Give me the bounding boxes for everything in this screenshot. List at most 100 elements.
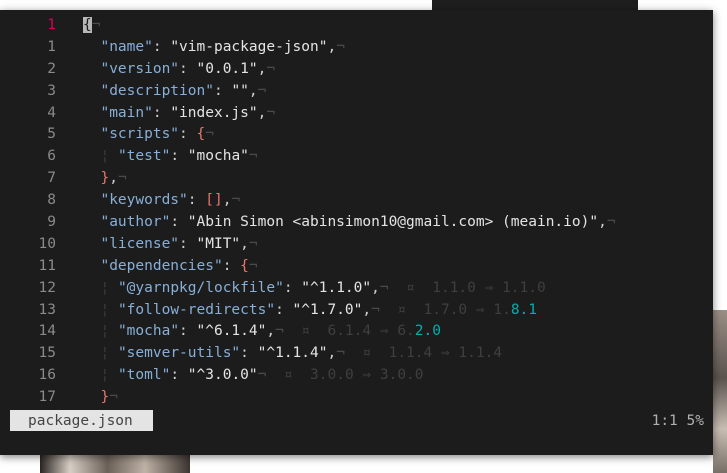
eol-marker: ¬ (266, 60, 276, 77)
indent-guide: ¦ (100, 345, 118, 362)
json-punctuation: : (170, 367, 188, 384)
eol-marker: ¬ (248, 257, 258, 274)
status-line: package.json 1:1 5% (0, 410, 713, 432)
line-number: 9 (47, 214, 56, 231)
json-punctuation: : (187, 192, 206, 209)
editor-buffer[interactable]: 1 {¬ 1 "name": "vim-package-json",¬ 2 "vers… (0, 15, 713, 409)
code-line[interactable]: 17 }¬ (0, 387, 713, 409)
line-number: 17 (38, 389, 56, 406)
json-key: "author" (100, 214, 171, 231)
json-bracket: } (100, 389, 110, 406)
line-number: 5 (47, 126, 56, 143)
eol-marker: ¬ (117, 170, 127, 187)
indent-guide: ¦ (100, 301, 118, 318)
code-line[interactable]: 11 "dependencies": {¬ (0, 256, 713, 278)
code-line[interactable]: 1 {¬ (0, 15, 713, 37)
eol-marker: ¬ (205, 126, 214, 143)
code-line[interactable]: 14 ¦ "mocha": "^6.1.4",¬ ¤ 6.1.4 ⇒ 6.2.0 (0, 321, 713, 343)
json-key: "license" (100, 235, 180, 252)
json-value: "^1.7.0" (292, 301, 363, 318)
line-number: 4 (47, 104, 56, 121)
eol-marker: ¬ (336, 345, 345, 362)
code-line[interactable]: 7 },¬ (0, 168, 713, 190)
eol-marker: ¬ (336, 38, 345, 55)
eol-marker: ¬ (379, 279, 389, 296)
json-key: "@yarnpkg/lockfile" (117, 279, 284, 296)
json-value: "" (231, 82, 249, 99)
wallpaper-photo-right (713, 310, 727, 473)
line-number: 8 (47, 192, 56, 209)
json-value: "Abin Simon <abinsimon10@gmail.com> (mea… (187, 214, 599, 231)
indent-guide: ¦ (100, 367, 118, 384)
json-punctuation: : (283, 279, 302, 296)
line-number: 10 (38, 235, 56, 252)
json-punctuation: : (170, 148, 188, 165)
line-number: 1 (47, 17, 56, 33)
code-line[interactable]: 16 ¦ "toml": "^3.0.0"¬ ¤ 3.0.0 ⇒ 3.0.0 (0, 365, 713, 387)
version-hint: ¤ 1.1.0 ⇒ 1.1.0 (388, 279, 546, 296)
code-line[interactable]: 5 "scripts": {¬ (0, 124, 713, 146)
json-key: "semver-utils" (117, 345, 241, 362)
json-value: "mocha" (187, 148, 249, 165)
terminal-window[interactable]: 1 {¬ 1 "name": "vim-package-json",¬ 2 "vers… (0, 10, 713, 455)
json-key: "version" (100, 60, 180, 77)
code-line[interactable]: 2 "version": "0.0.1",¬ (0, 59, 713, 81)
json-punctuation: , (240, 235, 249, 252)
json-key: "toml" (117, 367, 171, 384)
code-line[interactable]: 4 "main": "index.js",¬ (0, 103, 713, 125)
json-punctuation: , (109, 170, 118, 187)
eol-marker: ¬ (266, 104, 276, 121)
eol-marker: ¬ (109, 389, 118, 406)
json-key: "main" (100, 104, 153, 121)
code-line[interactable]: 8 "keywords": [],¬ (0, 190, 713, 212)
eol-marker: ¬ (231, 192, 241, 209)
json-punctuation: : (170, 214, 188, 231)
json-punctuation: , (362, 301, 372, 318)
desktop-background: 1 {¬ 1 "name": "vim-package-json",¬ 2 "vers… (0, 0, 727, 473)
code-line[interactable]: 1 "name": "vim-package-json",¬ (0, 37, 713, 59)
json-value: "^1.1.4" (257, 345, 328, 362)
indent-guide: ¦ (100, 323, 118, 340)
json-key: "follow-redirects" (117, 301, 276, 318)
code-line[interactable]: 10 "license": "MIT",¬ (0, 234, 713, 256)
status-filename: package.json (10, 410, 153, 431)
json-key: "test" (117, 148, 171, 165)
line-number: 6 (47, 148, 56, 165)
line-number: 11 (38, 257, 56, 274)
json-punctuation: : (152, 104, 171, 121)
code-line[interactable]: 15 ¦ "semver-utils": "^1.1.4",¬ ¤ 1.1.4 … (0, 343, 713, 365)
line-number: 13 (38, 301, 56, 318)
line-number: 16 (38, 367, 56, 384)
version-hint: 2.0 (414, 323, 441, 340)
code-line[interactable]: 12 ¦ "@yarnpkg/lockfile": "^1.1.0",¬ ¤ 1… (0, 278, 713, 300)
code-line[interactable]: 9 "author": "Abin Simon <abinsimon10@gma… (0, 212, 713, 234)
json-bracket: [] (205, 192, 223, 209)
json-value: "^1.1.0" (301, 279, 372, 296)
code-line[interactable]: 3 "description": "",¬ (0, 81, 713, 103)
cursor-line-col: 1:1 (651, 413, 678, 429)
json-punctuation: : (213, 82, 232, 99)
json-bracket: { (196, 126, 206, 143)
json-punctuation: : (222, 257, 241, 274)
eol-marker: ¬ (275, 323, 284, 340)
wallpaper-photo-bottom (40, 455, 190, 473)
line-number: 1 (47, 38, 56, 55)
json-punctuation: , (248, 82, 258, 99)
eol-marker: ¬ (91, 17, 101, 33)
json-value: "vim-package-json" (170, 38, 328, 55)
json-value: "^3.0.0" (187, 367, 258, 384)
code-line[interactable]: 6 ¦ "test": "mocha"¬ (0, 146, 713, 168)
code-line[interactable]: 13 ¦ "follow-redirects": "^1.7.0",¬ ¤ 1.… (0, 300, 713, 322)
